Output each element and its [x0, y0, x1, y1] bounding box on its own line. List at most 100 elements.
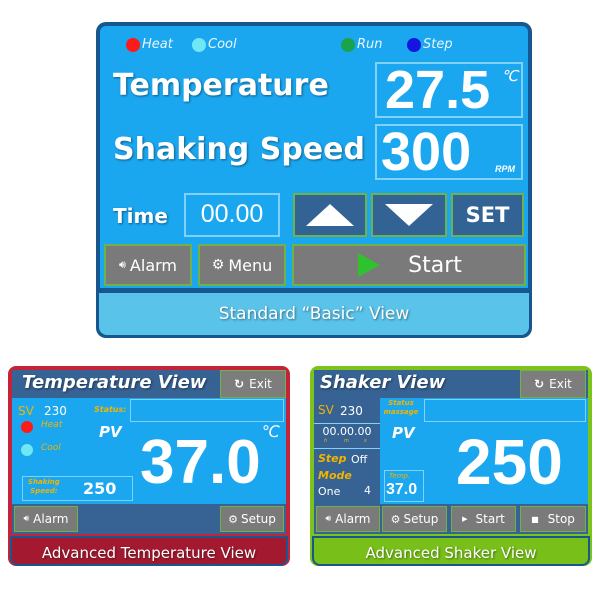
celsius-unit: ℃	[262, 422, 280, 441]
hours-unit: h	[324, 438, 328, 444]
shaker-view-title: Shaker View	[320, 372, 446, 393]
status-label-line1: Status	[388, 399, 414, 407]
set-button[interactable]: SET	[451, 193, 524, 237]
setup-button[interactable]: ⚙ Setup	[220, 506, 284, 532]
cool-indicator: Cool	[192, 37, 237, 52]
step-indicator: Step	[407, 37, 453, 52]
heat-dot-icon	[126, 37, 140, 52]
speed-display: 300 RPM	[375, 122, 523, 182]
heat-dot-icon	[21, 421, 33, 433]
temp-label: Temp.	[389, 472, 411, 480]
pv-value: 37.0	[140, 428, 261, 497]
seconds-unit: s	[364, 438, 367, 444]
shaker-view-screen: Status massage PV 250 Temp. 37.0	[380, 398, 588, 504]
exit-button[interactable]: ↻ Exit	[520, 370, 586, 398]
cool-label: Cool	[208, 37, 237, 52]
alarm-button[interactable]: 🔊︎ Alarm	[316, 506, 380, 532]
temperature-view-title: Temperature View	[22, 372, 207, 393]
setup-label: Setup	[240, 512, 276, 526]
pv-label: PV	[392, 424, 415, 442]
sv-label: SV	[18, 404, 34, 418]
run-dot-icon	[341, 37, 355, 52]
exit-label: Exit	[549, 377, 572, 391]
pv-value: 250	[456, 426, 563, 498]
heat-label: Heat	[41, 420, 63, 430]
advanced-temperature-view-panel: Temperature View ↻ Exit SV 230 Status: H…	[8, 366, 290, 566]
gear-icon: ⚙	[390, 512, 401, 526]
alarm-button[interactable]: 🔊︎ Alarm	[104, 244, 192, 286]
start-button[interactable]: ▶ Start	[451, 506, 516, 532]
refresh-icon: ↻	[234, 377, 245, 391]
shaking-label-line2: Speed:	[30, 487, 58, 495]
sv-label: SV	[318, 403, 334, 417]
exit-button[interactable]: ↻ Exit	[220, 370, 286, 398]
pv-label: PV	[99, 423, 122, 441]
time-value: 00.00.00	[322, 425, 372, 438]
status-label: Status massage	[382, 399, 420, 417]
speed-value: 300	[381, 122, 472, 182]
speaker-icon: 🔊︎	[325, 514, 332, 524]
run-label: Run	[357, 37, 383, 52]
play-icon	[358, 253, 381, 277]
step-dot-icon	[407, 37, 421, 52]
temperature-value: 27.5	[385, 60, 491, 120]
temperature-label: Temperature	[113, 68, 329, 103]
status-message-field	[424, 399, 586, 422]
up-arrow-icon	[306, 204, 354, 226]
exit-label: Exit	[249, 377, 272, 391]
divider	[314, 448, 380, 449]
down-button[interactable]	[371, 193, 447, 237]
menu-label: Menu	[228, 255, 273, 275]
shaking-label-line1: Shaking	[28, 478, 60, 486]
mode-number: 4	[364, 484, 371, 497]
shaking-speed-label: Shaking Speed:	[28, 478, 60, 496]
status-label-line2: massage	[383, 408, 419, 416]
shaking-speed-label: Shaking Speed	[113, 132, 365, 167]
mode-value: One	[318, 485, 341, 498]
alarm-label: Alarm	[33, 512, 69, 526]
divider	[314, 423, 380, 424]
stop-label: Stop	[547, 512, 575, 526]
celsius-unit: ℃	[501, 68, 518, 85]
alarm-label: Alarm	[129, 255, 177, 275]
gear-icon: ⚙	[228, 512, 238, 526]
heat-label: Heat	[142, 37, 173, 52]
setup-button[interactable]: ⚙ Setup	[382, 506, 447, 532]
cool-dot-icon	[192, 37, 206, 52]
alarm-label: Alarm	[335, 512, 371, 526]
start-button[interactable]: Start	[292, 244, 526, 286]
shaking-speed-value: 250	[83, 479, 117, 498]
speaker-icon: 🔊︎	[23, 514, 30, 524]
standard-screen: Heat Cool Run Step Temperature 27.5 ℃ Sh…	[100, 26, 528, 288]
up-button[interactable]	[293, 193, 367, 237]
alarm-button[interactable]: 🔊︎ Alarm	[14, 506, 78, 532]
start-label: Start	[475, 512, 505, 526]
temp-box: Temp. 37.0	[384, 470, 424, 502]
shaker-left-column: SV 230 00.00.00 h m s Step Off Mode One …	[314, 398, 380, 504]
temp-value: 37.0	[386, 481, 418, 498]
minutes-unit: m	[344, 438, 349, 444]
status-label: Status:	[94, 405, 127, 414]
time-label: Time	[113, 204, 168, 228]
status-field	[130, 399, 284, 422]
mode-label: Mode	[318, 469, 352, 482]
stop-button[interactable]: ■ Stop	[520, 506, 586, 532]
step-label: Step	[423, 37, 453, 52]
down-arrow-icon	[385, 204, 433, 226]
step-value: Off	[351, 453, 368, 466]
heat-indicator: Heat	[126, 37, 173, 52]
stop-icon: ■	[531, 514, 539, 524]
advanced-shaker-caption: Advanced Shaker View	[312, 536, 590, 566]
speaker-icon: 🔊︎	[118, 258, 126, 271]
setup-label: Setup	[403, 512, 439, 526]
time-input[interactable]: 00.00	[184, 193, 280, 237]
sv-value: 230	[44, 404, 67, 418]
standard-basic-view-panel: Heat Cool Run Step Temperature 27.5 ℃ Sh…	[96, 22, 532, 338]
gear-icon: ⚙	[211, 257, 225, 273]
play-icon: ▶	[462, 515, 468, 523]
start-label: Start	[408, 252, 462, 278]
menu-button[interactable]: ⚙ Menu	[198, 244, 286, 286]
temperature-view-screen: SV 230 Status: Heat Cool PV ℃ 37.0 Shaki…	[12, 398, 286, 504]
cool-dot-icon	[21, 444, 33, 456]
refresh-icon: ↻	[534, 377, 545, 391]
